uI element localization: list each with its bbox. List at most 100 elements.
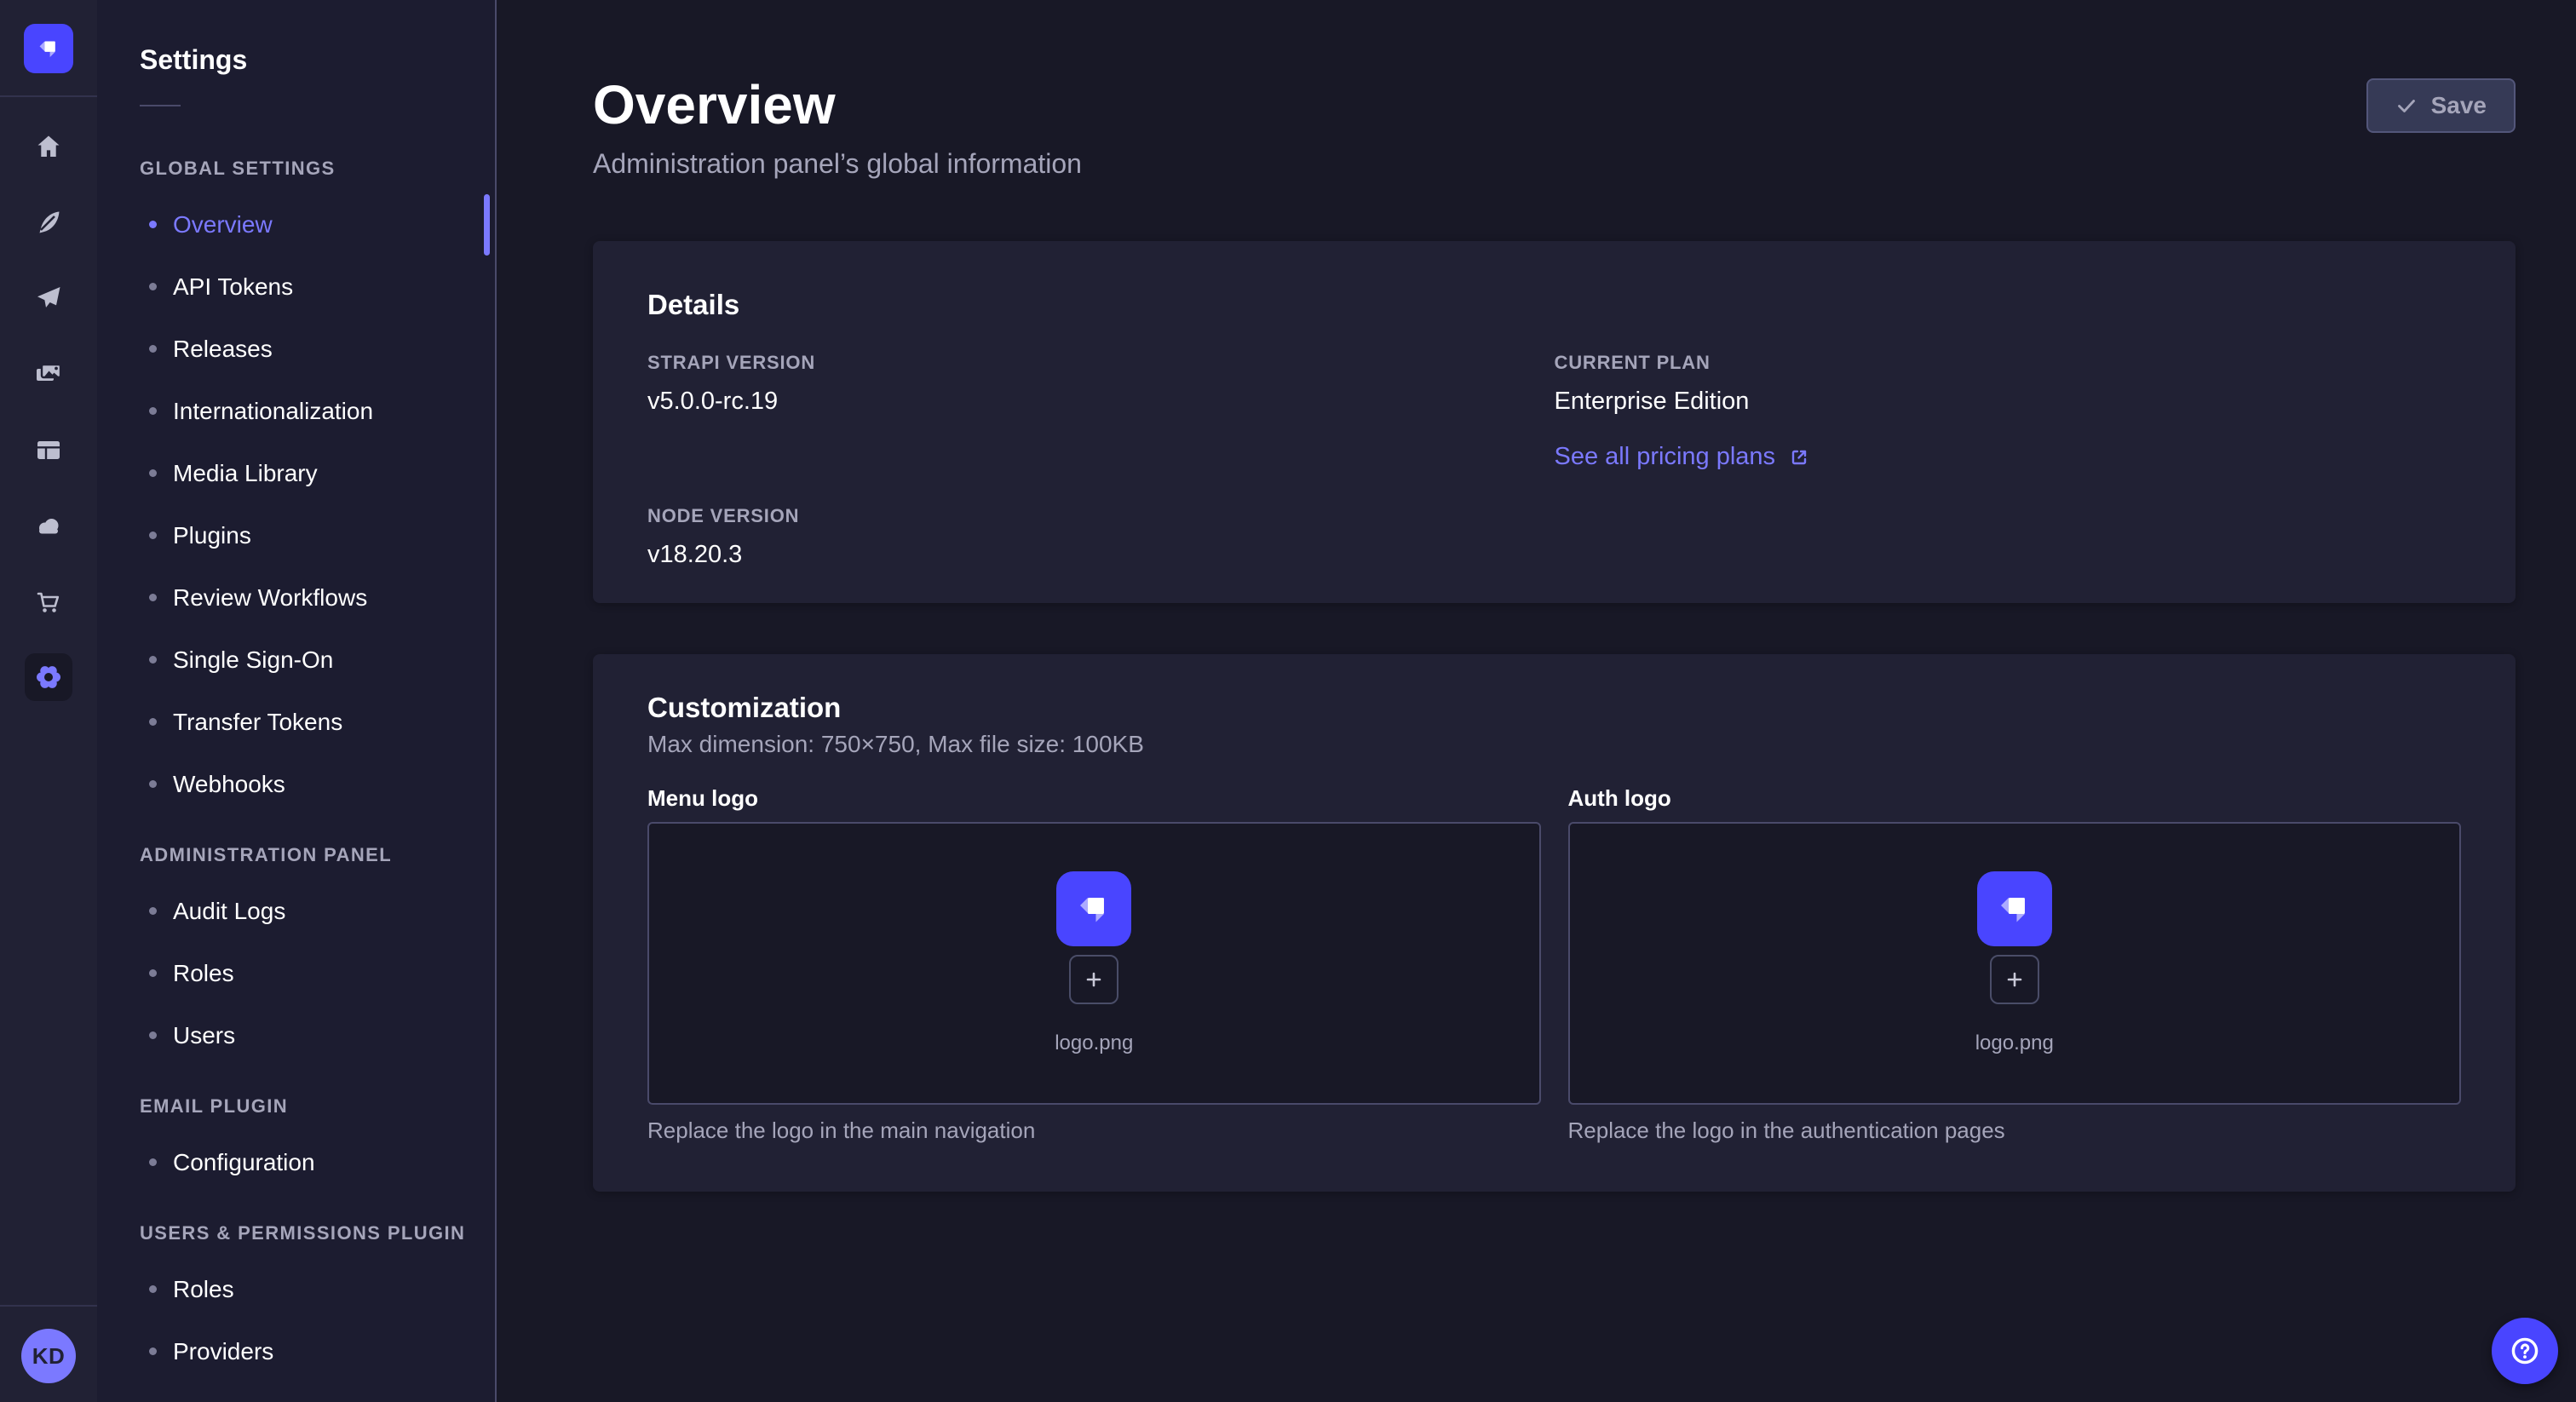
menu-logo-field: Menu logo (647, 785, 1541, 1144)
customization-subtitle: Max dimension: 750×750, Max file size: 1… (647, 731, 2461, 758)
strapi-logo-glyph (34, 34, 63, 63)
menu-logo-preview (1056, 871, 1131, 946)
subnav-item-label: Internationalization (173, 398, 373, 425)
subnav-item-review-workflows[interactable]: Review Workflows (97, 566, 495, 629)
help-button[interactable] (2492, 1318, 2558, 1384)
section-administration-panel: ADMINISTRATION PANEL Audit Logs Roles Us… (97, 844, 495, 1066)
add-menu-logo-button[interactable] (1069, 955, 1118, 1004)
menu-logo-filename: logo.png (1055, 1031, 1133, 1055)
subnav-item-label: Media Library (173, 460, 318, 487)
menu-logo-dropzone[interactable]: logo.png (647, 822, 1541, 1105)
section-email-plugin: EMAIL PLUGIN Configuration (97, 1095, 495, 1193)
field-node-version: NODE VERSION v18.20.3 (647, 505, 1555, 569)
external-link-icon (1787, 445, 1811, 469)
bullet-icon (149, 1158, 157, 1166)
strapi-logo[interactable] (24, 24, 73, 73)
subnav-item-up-roles[interactable]: Roles (97, 1258, 495, 1320)
bullet-icon (149, 1031, 157, 1039)
strapi-logo-glyph (1072, 887, 1116, 931)
add-auth-logo-button[interactable] (1990, 955, 2039, 1004)
details-card: Details STRAPI VERSION v5.0.0-rc.19 CURR… (593, 241, 2516, 603)
subnav-item-label: Providers (173, 1338, 273, 1365)
subnav-item-label: Configuration (173, 1149, 315, 1176)
strapi-admin-app: KD Settings GLOBAL SETTINGS Overview API… (0, 0, 2576, 1402)
subnav-item-label: API Tokens (173, 273, 293, 301)
menu-logo-label: Menu logo (647, 785, 1541, 812)
bullet-icon (149, 780, 157, 788)
subnav-item-webhooks[interactable]: Webhooks (97, 753, 495, 815)
auth-logo-hint: Replace the logo in the authentication p… (1568, 1118, 2462, 1144)
feather-icon[interactable] (25, 198, 72, 246)
section-label: USERS & PERMISSIONS PLUGIN (140, 1222, 495, 1244)
subnav-item-releases[interactable]: Releases (97, 318, 495, 380)
field-value: v5.0.0-rc.19 (647, 388, 1555, 416)
subnav-item-transfer-tokens[interactable]: Transfer Tokens (97, 691, 495, 753)
media-library-icon[interactable] (25, 350, 72, 398)
subnav-item-label: Single Sign-On (173, 646, 333, 674)
field-value: Enterprise Edition (1555, 388, 2462, 416)
subnav-item-users[interactable]: Users (97, 1004, 495, 1066)
subnav-item-label: Transfer Tokens (173, 709, 342, 736)
layout-icon[interactable] (25, 426, 72, 474)
subnav-sections: GLOBAL SETTINGS Overview API Tokens Rele… (97, 158, 495, 1382)
plus-icon (1082, 968, 1106, 991)
rail-divider-bottom (0, 1305, 97, 1307)
auth-logo-dropzone[interactable]: logo.png (1568, 822, 2462, 1105)
section-global-settings: GLOBAL SETTINGS Overview API Tokens Rele… (97, 158, 495, 815)
subnav-item-audit-logs[interactable]: Audit Logs (97, 880, 495, 942)
bullet-icon (149, 221, 157, 228)
field-label: CURRENT PLAN (1555, 352, 2462, 374)
subnav-item-overview[interactable]: Overview (97, 193, 495, 256)
menu-logo-hint: Replace the logo in the main navigation (647, 1118, 1541, 1144)
subnav-item-configuration[interactable]: Configuration (97, 1131, 495, 1193)
auth-logo-filename: logo.png (1975, 1031, 2054, 1055)
details-card-title: Details (647, 289, 2461, 321)
pricing-plans-link-label: See all pricing plans (1555, 443, 1776, 471)
bullet-icon (149, 969, 157, 977)
auth-logo-preview (1977, 871, 2052, 946)
plus-icon (2003, 968, 2027, 991)
home-icon[interactable] (25, 123, 72, 170)
subnav-item-api-tokens[interactable]: API Tokens (97, 256, 495, 318)
subnav-item-providers[interactable]: Providers (97, 1320, 495, 1382)
field-value: v18.20.3 (647, 541, 1555, 569)
field-label: NODE VERSION (647, 505, 1555, 527)
pricing-plans-link[interactable]: See all pricing plans (1555, 443, 1812, 471)
auth-logo-field: Auth logo (1568, 785, 2462, 1144)
subnav-item-plugins[interactable]: Plugins (97, 504, 495, 566)
settings-subnav: Settings GLOBAL SETTINGS Overview API To… (97, 0, 497, 1402)
gear-icon[interactable] (25, 653, 72, 701)
subnav-item-single-sign-on[interactable]: Single Sign-On (97, 629, 495, 691)
auth-logo-label: Auth logo (1568, 785, 2462, 812)
bullet-icon (149, 1347, 157, 1355)
cloud-icon[interactable] (25, 502, 72, 549)
subnav-item-label: Review Workflows (173, 584, 367, 612)
subnav-title: Settings (140, 44, 495, 76)
field-strapi-version: STRAPI VERSION v5.0.0-rc.19 (647, 352, 1555, 471)
bullet-icon (149, 907, 157, 915)
cart-icon[interactable] (25, 577, 72, 625)
bullet-icon (149, 1285, 157, 1293)
subnav-item-media-library[interactable]: Media Library (97, 442, 495, 504)
subnav-item-label: Overview (173, 211, 273, 238)
field-current-plan: CURRENT PLAN Enterprise Edition See all … (1555, 352, 2462, 471)
subnav-item-internationalization[interactable]: Internationalization (97, 380, 495, 442)
subnav-item-label: Audit Logs (173, 898, 285, 925)
save-button-label: Save (2431, 92, 2487, 119)
subnav-item-roles[interactable]: Roles (97, 942, 495, 1004)
page-header-text: Overview Administration panel’s global i… (593, 75, 1082, 180)
rail-nav-items (0, 97, 97, 701)
section-label: ADMINISTRATION PANEL (140, 844, 495, 866)
page-subtitle: Administration panel’s global informatio… (593, 148, 1082, 180)
page-title: Overview (593, 75, 1082, 135)
bullet-icon (149, 407, 157, 415)
subnav-item-label: Plugins (173, 522, 251, 549)
subnav-item-label: Releases (173, 336, 273, 363)
paper-plane-icon[interactable] (25, 274, 72, 322)
save-button[interactable]: Save (2366, 78, 2516, 133)
field-label: STRAPI VERSION (647, 352, 1555, 374)
logo-uploads: Menu logo (647, 785, 2461, 1144)
page-header: Overview Administration panel’s global i… (593, 75, 2516, 180)
bullet-icon (149, 656, 157, 664)
avatar[interactable]: KD (21, 1329, 76, 1383)
